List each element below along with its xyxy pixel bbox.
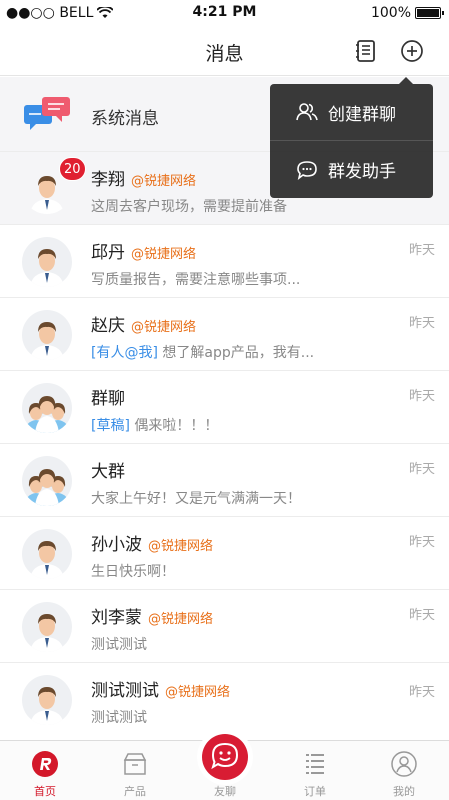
avatar <box>22 456 72 506</box>
battery-icon <box>415 7 444 19</box>
organization-tag: @锐捷网络 <box>165 685 231 700</box>
page-title: 消息 <box>205 43 244 65</box>
menu-item-label: 群发助手 <box>328 162 396 182</box>
message-time: 昨天 <box>408 608 435 623</box>
organization-tag: @锐捷网络 <box>148 612 214 627</box>
message-time: 昨天 <box>408 243 435 258</box>
address-book-icon[interactable] <box>353 38 379 64</box>
avatar <box>22 383 72 433</box>
name-line: 大群 <box>91 457 125 482</box>
tab-label: 友聊 <box>214 785 236 798</box>
chat-face-icon <box>211 742 239 770</box>
conversation-name: 赵庆 <box>91 316 125 336</box>
status-bar: ●●○○ BELL 4:21 PM 100% <box>0 0 449 26</box>
conversation-name: 大群 <box>91 462 125 482</box>
conversation-name: 邱丹 <box>91 243 125 263</box>
tab-bar: 首页 产品 友聊 订单 我的 <box>0 729 449 800</box>
message-preview: 测试测试 <box>91 637 147 653</box>
name-line: 李翔 @锐捷网络 <box>91 165 196 190</box>
message-time: 昨天 <box>408 462 435 477</box>
tab-label: 我的 <box>393 785 415 798</box>
name-line: 赵庆 @锐捷网络 <box>91 311 196 336</box>
organization-tag: @锐捷网络 <box>148 539 214 554</box>
chat-center-button[interactable] <box>197 729 253 785</box>
man-avatar-icon <box>30 614 64 652</box>
man-avatar-icon <box>30 249 64 287</box>
conversation-name: 刘李蒙 <box>91 608 142 628</box>
conversation-item[interactable]: 赵庆 @锐捷网络 [有人@我] 想了解app产品，我有... 昨天 <box>0 298 449 371</box>
draft-tag: [草稿] <box>91 418 130 434</box>
organization-tag: @锐捷网络 <box>131 320 197 335</box>
avatar <box>22 675 72 725</box>
name-line: 测试测试 @锐捷网络 <box>91 676 230 701</box>
profile-icon <box>391 751 417 777</box>
man-avatar-icon <box>30 541 64 579</box>
tab-profile[interactable]: 我的 <box>359 741 449 800</box>
conversation-name: 群聊 <box>91 389 125 409</box>
nav-bar: 消息 <box>0 26 449 76</box>
conversation-item[interactable]: 邱丹 @锐捷网络 写质量报告，需要注意哪些事项... 昨天 <box>0 225 449 298</box>
menu-item-create-group[interactable]: 创建群聊 <box>270 84 433 141</box>
name-line: 刘李蒙 @锐捷网络 <box>91 603 213 628</box>
group-avatar-icon <box>24 396 70 433</box>
box-icon <box>123 753 147 775</box>
message-preview: 写质量报告，需要注意哪些事项... <box>91 272 301 288</box>
message-preview: 测试测试 <box>91 710 147 726</box>
list-icon <box>306 754 324 774</box>
tab-label: 订单 <box>304 785 326 798</box>
conversation-item[interactable]: 群聊 [草稿] 偶来啦！！！ 昨天 <box>0 371 449 444</box>
avatar <box>22 310 72 360</box>
chat-bubble-icon <box>297 160 317 180</box>
add-menu-dropdown: 创建群聊 群发助手 <box>270 77 433 198</box>
menu-item-broadcast[interactable]: 群发助手 <box>270 141 433 198</box>
name-line: 群聊 <box>91 384 125 409</box>
avatar <box>22 529 72 579</box>
organization-tag: @锐捷网络 <box>131 247 197 262</box>
conversation-name: 孙小波 <box>91 535 142 555</box>
organization-tag: @锐捷网络 <box>131 174 197 189</box>
name-line: 孙小波 @锐捷网络 <box>91 530 213 555</box>
conversation-item[interactable]: 大群 大家上午好！又是元气满满一天！ 昨天 <box>0 444 449 517</box>
conversation-name: 李翔 <box>91 170 125 190</box>
home-logo-icon <box>32 751 58 777</box>
mention-tag: [有人@我] <box>91 345 158 361</box>
message-time: 昨天 <box>408 535 435 550</box>
message-preview-text: 偶来啦！！！ <box>129 418 219 434</box>
message-time: 昨天 <box>408 685 435 700</box>
avatar <box>22 237 72 287</box>
message-preview-text: 想了解app产品，我有... <box>157 345 315 361</box>
conversation-item[interactable]: 刘李蒙 @锐捷网络 测试测试 昨天 <box>0 590 449 663</box>
tab-home[interactable]: 首页 <box>0 741 90 800</box>
message-preview: [有人@我] 想了解app产品，我有... <box>91 342 314 362</box>
tab-orders[interactable]: 订单 <box>270 741 360 800</box>
name-line: 邱丹 @锐捷网络 <box>91 238 196 263</box>
avatar <box>22 602 72 652</box>
battery-percent: 100% <box>370 5 411 21</box>
message-preview: [草稿] 偶来啦！！！ <box>91 415 218 435</box>
unread-badge: 20 <box>59 157 86 181</box>
man-avatar-icon <box>30 687 64 725</box>
message-time: 昨天 <box>408 389 435 404</box>
system-message-icon <box>24 97 70 130</box>
conversation-item[interactable]: 孙小波 @锐捷网络 生日快乐啊！ 昨天 <box>0 517 449 590</box>
menu-item-label: 创建群聊 <box>328 104 396 125</box>
tab-label: 首页 <box>34 785 56 798</box>
battery-group: 100% <box>370 5 444 21</box>
conversation-name: 系统消息 <box>91 109 159 129</box>
tab-label: 产品 <box>124 785 146 798</box>
conversation-name: 测试测试 <box>91 681 159 701</box>
tab-products[interactable]: 产品 <box>90 741 180 800</box>
man-avatar-icon <box>30 322 64 360</box>
plus-circle-icon[interactable] <box>399 38 425 64</box>
message-preview: 大家上午好！又是元气满满一天！ <box>91 491 301 507</box>
group-people-icon <box>296 103 318 121</box>
message-preview: 生日快乐啊！ <box>91 564 175 580</box>
group-avatar-icon <box>24 469 70 506</box>
message-preview: 这周去客户现场，需要提前准备 <box>91 199 287 215</box>
message-time: 昨天 <box>408 316 435 331</box>
